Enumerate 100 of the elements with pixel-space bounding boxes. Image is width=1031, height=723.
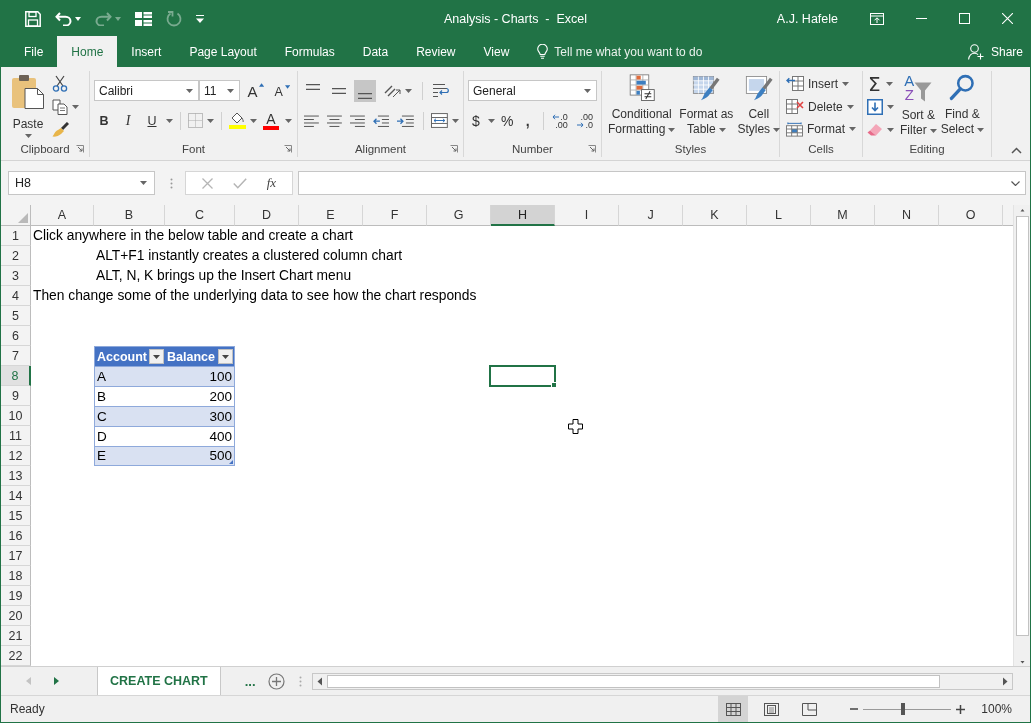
conditional-formatting-button[interactable]: Conditional Formatting [606, 71, 678, 140]
column-header[interactable]: N [875, 205, 939, 226]
font-color-button[interactable]: A [261, 109, 281, 132]
underline-button[interactable]: U [142, 109, 162, 132]
column-header[interactable]: A [31, 205, 94, 226]
row-header[interactable]: 12 [1, 446, 31, 466]
filter-dropdown-button[interactable] [149, 349, 164, 364]
active-cell-outline[interactable] [489, 365, 556, 387]
delete-cells-button[interactable]: Delete [784, 95, 858, 118]
merge-cells-icon[interactable] [431, 113, 448, 128]
column-header[interactable]: J [619, 205, 683, 226]
scissors-icon[interactable] [52, 75, 68, 92]
autosum-button[interactable]: Σ [867, 73, 882, 95]
row-header[interactable]: 13 [1, 466, 31, 486]
column-header[interactable]: L [747, 205, 811, 226]
row-header[interactable]: 6 [1, 326, 31, 346]
column-header[interactable]: O [939, 205, 1003, 226]
resize-handle-icon[interactable] [229, 460, 233, 464]
find-select-button[interactable]: Find & Select [938, 71, 987, 140]
currency-button[interactable]: $ [468, 109, 484, 132]
column-header[interactable]: E [299, 205, 363, 226]
column-header[interactable]: K [683, 205, 747, 226]
column-header[interactable]: F [363, 205, 427, 226]
orientation-icon[interactable] [384, 83, 401, 98]
column-header[interactable]: D [235, 205, 299, 226]
format-as-table-button[interactable]: Format as Table [677, 71, 736, 140]
decrease-indent-icon[interactable] [372, 114, 390, 127]
layout-icon[interactable] [135, 11, 152, 26]
row-header[interactable]: 9 [1, 386, 31, 406]
row-header[interactable]: 10 [1, 406, 31, 426]
ribbon-display-options-icon[interactable] [870, 12, 884, 25]
row-header[interactable]: 5 [1, 306, 31, 326]
add-sheet-icon[interactable] [267, 672, 285, 690]
row-header[interactable]: 17 [1, 546, 31, 566]
dialog-launcher-icon[interactable] [588, 145, 596, 153]
caret-down-icon[interactable] [75, 16, 81, 21]
ribbon-tab[interactable]: Insert [117, 36, 176, 67]
save-icon[interactable] [25, 10, 41, 27]
wrap-text-icon[interactable] [433, 83, 450, 98]
scroll-thumb[interactable] [1015, 215, 1029, 636]
next-sheet-icon[interactable] [54, 677, 59, 685]
close-icon[interactable] [1002, 13, 1013, 24]
fill-down-icon[interactable] [867, 99, 883, 116]
checkmark-icon[interactable] [232, 177, 247, 189]
share-button[interactable]: Share [967, 41, 1030, 62]
column-header[interactable]: G [427, 205, 491, 226]
dialog-launcher-icon[interactable] [76, 145, 84, 153]
column-header[interactable]: H [491, 205, 555, 226]
align-right-icon[interactable] [349, 114, 365, 127]
row-header[interactable]: 19 [1, 586, 31, 606]
row-header[interactable]: 15 [1, 506, 31, 526]
bold-button[interactable]: B [94, 109, 114, 132]
row-header[interactable]: 22 [1, 646, 31, 666]
row-header[interactable]: 18 [1, 566, 31, 586]
increase-indent-icon[interactable] [397, 114, 415, 127]
ribbon-tab[interactable]: View [469, 36, 524, 67]
grow-font-button[interactable]: A [244, 79, 268, 102]
column-header[interactable]: I [555, 205, 619, 226]
filter-dropdown-button[interactable] [218, 349, 233, 364]
row-header[interactable]: 7 [1, 346, 31, 366]
dialog-launcher-icon[interactable] [450, 145, 458, 153]
column-header[interactable]: B [94, 205, 165, 226]
paste-button[interactable]: Paste [8, 71, 48, 140]
align-center-icon[interactable] [326, 114, 342, 127]
ribbon-tab[interactable]: Formulas [270, 36, 349, 67]
ribbon-tab[interactable]: Data [348, 36, 403, 67]
maximize-icon[interactable] [959, 13, 970, 24]
align-bottom-button[interactable] [354, 79, 376, 102]
row-header[interactable]: 21 [1, 626, 31, 646]
row-header[interactable]: 14 [1, 486, 31, 506]
chevron-down-icon[interactable] [1011, 180, 1020, 186]
row-header[interactable]: 1 [1, 226, 31, 246]
horizontal-scrollbar[interactable] [311, 672, 1013, 690]
comma-style-button[interactable]: , [519, 109, 536, 132]
decrease-decimal-button[interactable]: .00 .0 [575, 109, 597, 132]
align-left-icon[interactable] [304, 114, 319, 127]
fill-bucket-icon[interactable] [229, 112, 246, 129]
ribbon-tab[interactable]: Home [57, 36, 118, 67]
font-name-dropdown[interactable]: Calibri [94, 80, 199, 101]
cell-styles-button[interactable]: Cell Styles [735, 71, 783, 140]
caret-bar-icon[interactable] [196, 14, 204, 23]
user-name[interactable]: A.J. Hafele [776, 11, 838, 26]
vertical-dots-icon[interactable] [170, 177, 173, 189]
insert-function-button[interactable]: fx [266, 175, 277, 191]
format-cells-button[interactable]: Format [784, 118, 858, 140]
row-header[interactable]: 20 [1, 606, 31, 626]
fill-handle-icon[interactable] [551, 382, 556, 387]
eraser-icon[interactable] [867, 123, 883, 137]
column-header[interactable]: C [165, 205, 235, 226]
zoom-in-icon[interactable] [956, 704, 966, 714]
collapse-ribbon-icon[interactable] [1011, 147, 1022, 154]
column-header[interactable]: M [811, 205, 875, 226]
row-header[interactable]: 8 [1, 366, 31, 386]
ribbon-tab[interactable]: File [10, 36, 58, 67]
row-header[interactable]: 2 [1, 246, 31, 266]
shrink-font-button[interactable]: A [271, 79, 293, 102]
ribbon-tab[interactable]: Review [402, 36, 470, 67]
formula-input-field[interactable] [298, 171, 1026, 195]
zoom-level[interactable]: 100% [981, 702, 1012, 716]
vertical-scrollbar[interactable] [1013, 205, 1030, 666]
